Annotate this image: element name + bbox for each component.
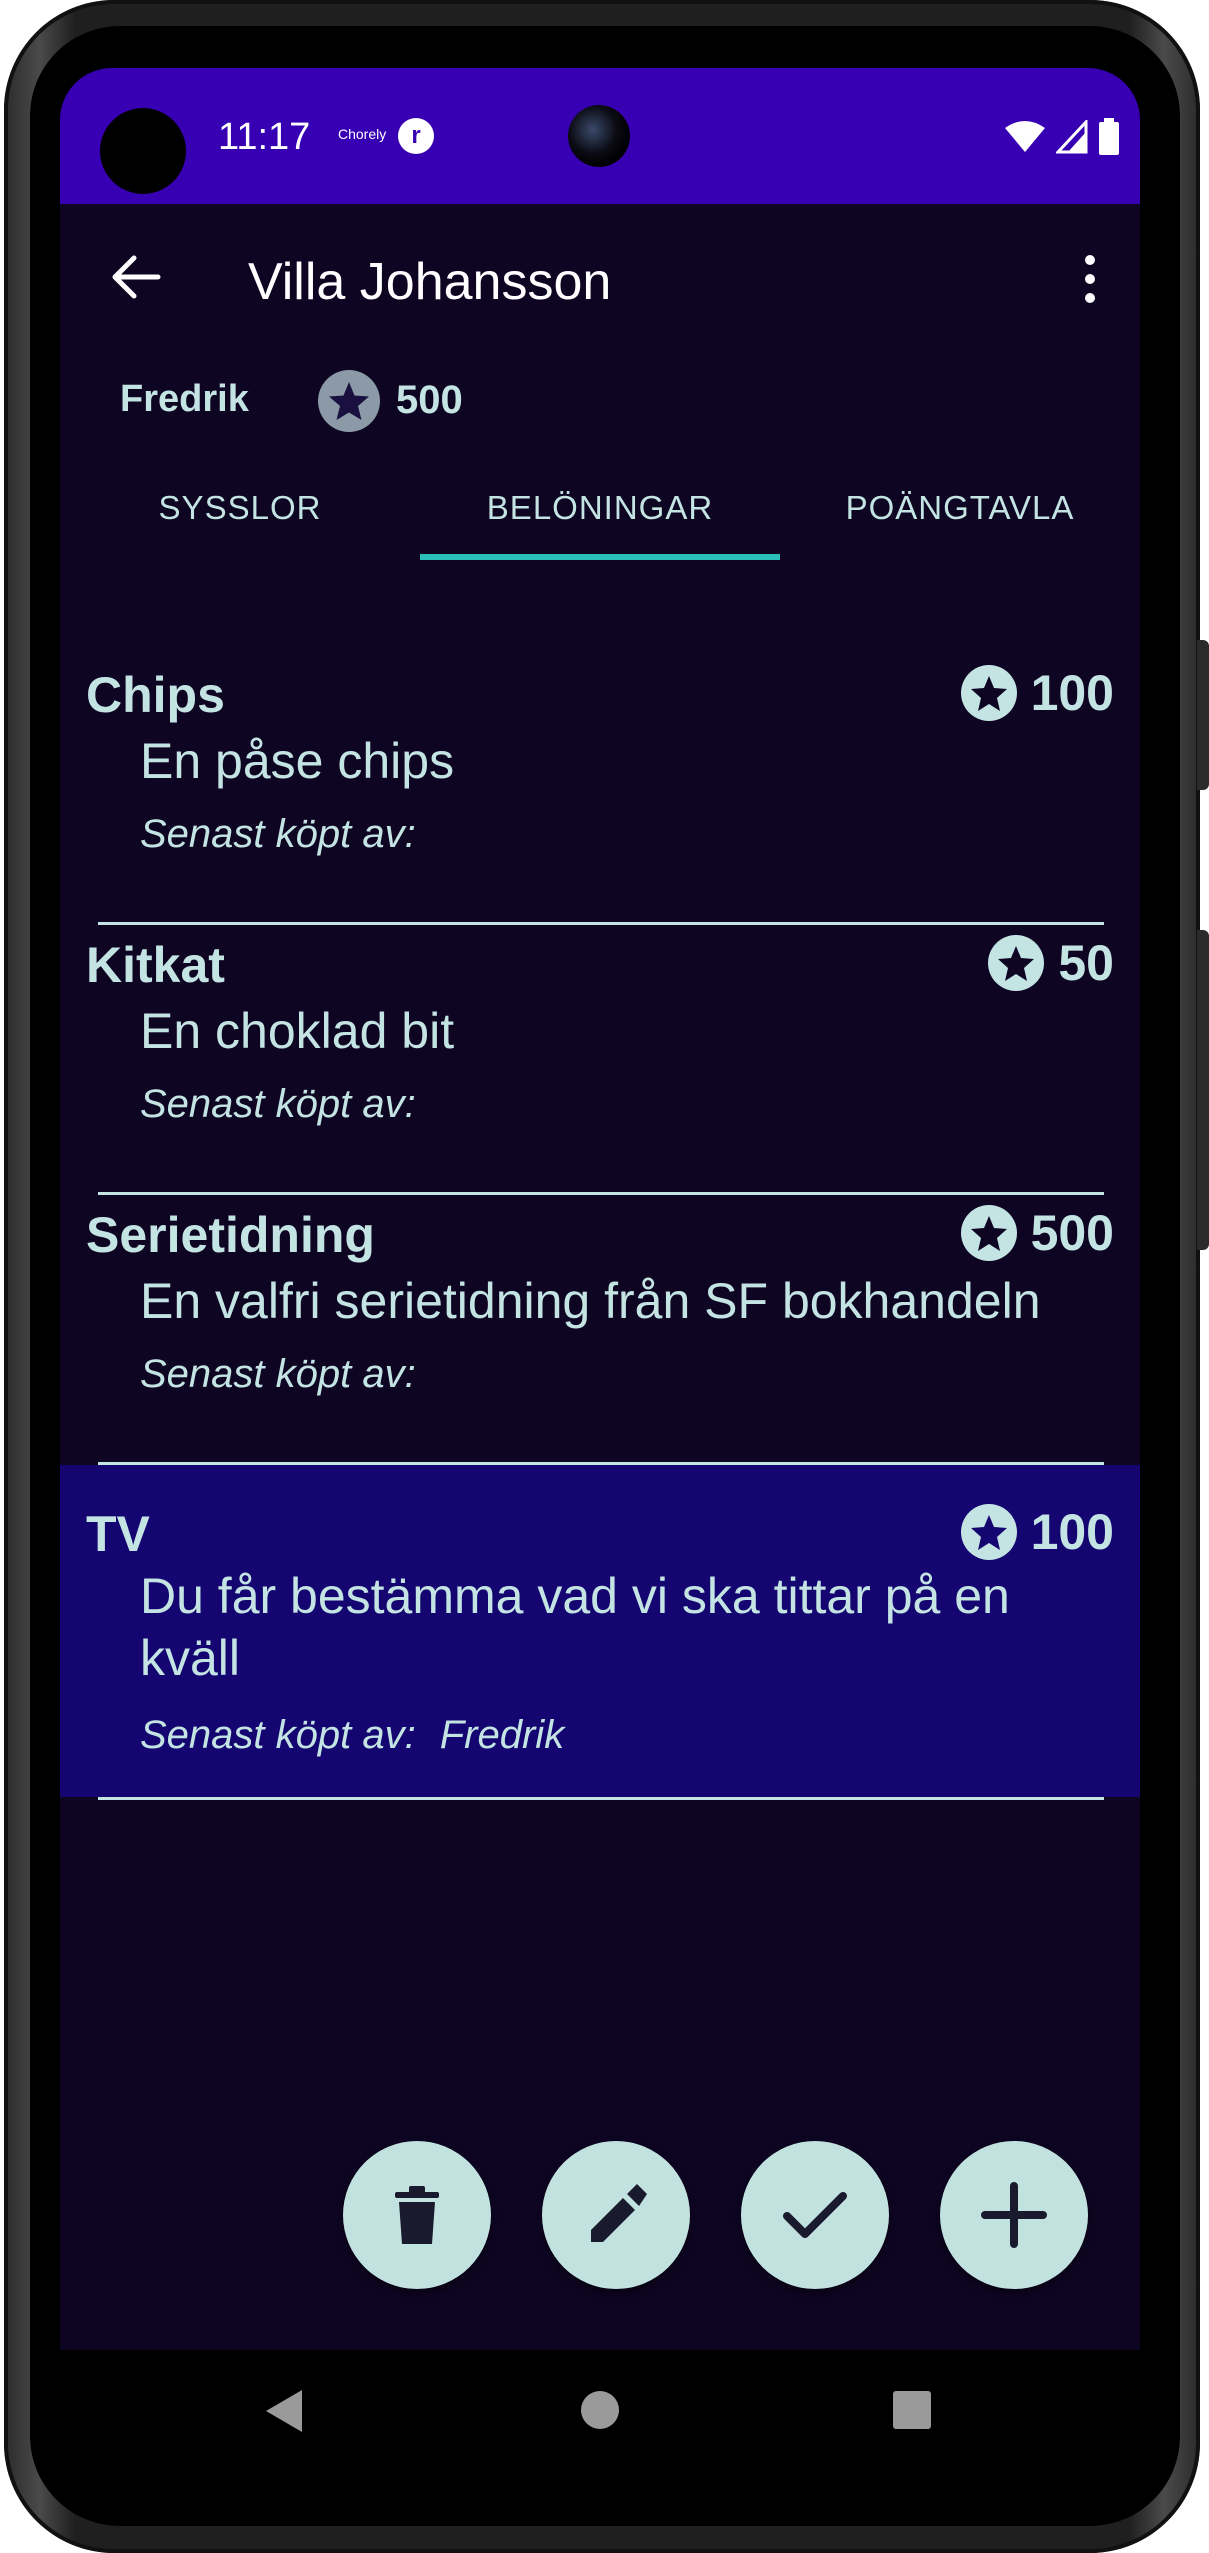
- user-name: Fredrik: [120, 378, 249, 420]
- tab-indicator: [420, 554, 780, 560]
- screen: 11:17 Chorely r Villa Johansson Fredrik …: [60, 68, 1140, 2468]
- page-title: Villa Johansson: [248, 253, 612, 311]
- reward-points: 500: [960, 1204, 1114, 1262]
- reward-description: En valfri serietidning från SF bokhandel…: [140, 1273, 1041, 1329]
- star-icon: [960, 1504, 1017, 1560]
- last-bought-by: Fredrik: [439, 1713, 565, 1757]
- last-bought: Senast köpt av:: [140, 1352, 440, 1397]
- nav-back-icon[interactable]: [264, 2388, 304, 2434]
- last-bought-label: Senast köpt av:: [140, 1713, 416, 1757]
- reward-points-value: 50: [1058, 935, 1114, 991]
- tab-poangtavla[interactable]: POÄNGTAVLA: [780, 468, 1140, 572]
- delete-icon: [395, 2186, 439, 2244]
- star-icon: [960, 665, 1017, 721]
- add-icon: [981, 2182, 1047, 2248]
- list-item-selected[interactable]: TV 100 Du får bestämma vad vi ska tittar…: [60, 1465, 1140, 1797]
- battery-icon: [1099, 118, 1119, 155]
- chorely-notification-icon: Chorely: [338, 126, 387, 142]
- star-icon: [988, 935, 1045, 991]
- last-bought-label: Senast köpt av:: [140, 812, 416, 856]
- camera-punch-hole: [568, 105, 630, 167]
- confirm-button[interactable]: [741, 2141, 889, 2289]
- reward-description: Du får bestämma vad vi ska tittar på en …: [140, 1568, 1010, 1686]
- reward-points: 100: [960, 1503, 1114, 1561]
- reward-points-value: 100: [1030, 665, 1114, 721]
- last-bought: Senast köpt av:: [140, 812, 440, 857]
- status-bar: 11:17 Chorely r: [60, 68, 1140, 204]
- edit-icon: [591, 2184, 647, 2242]
- navigation-bar: [60, 2350, 1140, 2468]
- signal-icon: [1056, 120, 1088, 154]
- reward-title: Chips: [86, 667, 225, 723]
- nav-recents-icon[interactable]: [892, 2390, 932, 2430]
- user-points: 500: [396, 378, 463, 422]
- status-time: 11:17: [218, 116, 311, 158]
- nav-home-icon[interactable]: [580, 2390, 620, 2430]
- edit-button[interactable]: [542, 2141, 690, 2289]
- status-icons: [1004, 118, 1120, 156]
- reward-points: 50: [988, 934, 1114, 992]
- reward-description: En choklad bit: [140, 1003, 455, 1059]
- last-bought: Senast köpt av:: [140, 1082, 440, 1127]
- reward-title: TV: [86, 1506, 150, 1562]
- device-frame: 11:17 Chorely r Villa Johansson Fredrik …: [0, 0, 1209, 2553]
- power-button: [1197, 930, 1209, 1250]
- reward-description: En påse chips: [140, 733, 455, 789]
- volume-button: [1197, 640, 1209, 790]
- list-item[interactable]: Serietidning 500 En valfri serietidning …: [60, 1162, 1140, 1432]
- add-button[interactable]: [940, 2141, 1088, 2289]
- last-bought-label: Senast köpt av:: [140, 1082, 416, 1126]
- reward-title: Kitkat: [86, 937, 225, 993]
- reward-points-value: 500: [1030, 1205, 1114, 1261]
- overflow-menu-icon[interactable]: [1080, 254, 1100, 304]
- user-summary: Fredrik 500: [60, 358, 1140, 438]
- star-icon: [318, 370, 380, 432]
- back-arrow-icon[interactable]: [108, 250, 162, 304]
- reward-points: 100: [960, 664, 1114, 722]
- delete-button[interactable]: [343, 2141, 491, 2289]
- last-bought: Senast köpt av: Fredrik: [140, 1713, 564, 1758]
- reward-title: Serietidning: [86, 1207, 375, 1263]
- reward-points-value: 100: [1030, 1504, 1114, 1560]
- list-item[interactable]: Kitkat 50 En choklad bit Senast köpt av:: [60, 892, 1140, 1162]
- notification-icon: r: [398, 118, 434, 154]
- last-bought-label: Senast köpt av:: [140, 1352, 416, 1396]
- tab-sysslor[interactable]: SYSSLOR: [60, 468, 420, 572]
- list-item[interactable]: Chips 100 En påse chips Senast köpt av:: [60, 622, 1140, 892]
- app-bar: Villa Johansson: [60, 204, 1140, 350]
- front-camera-cutout: [100, 108, 186, 194]
- star-icon: [960, 1205, 1017, 1261]
- check-icon: [783, 2192, 847, 2238]
- divider: [98, 1797, 1104, 1800]
- wifi-icon: [1005, 121, 1045, 152]
